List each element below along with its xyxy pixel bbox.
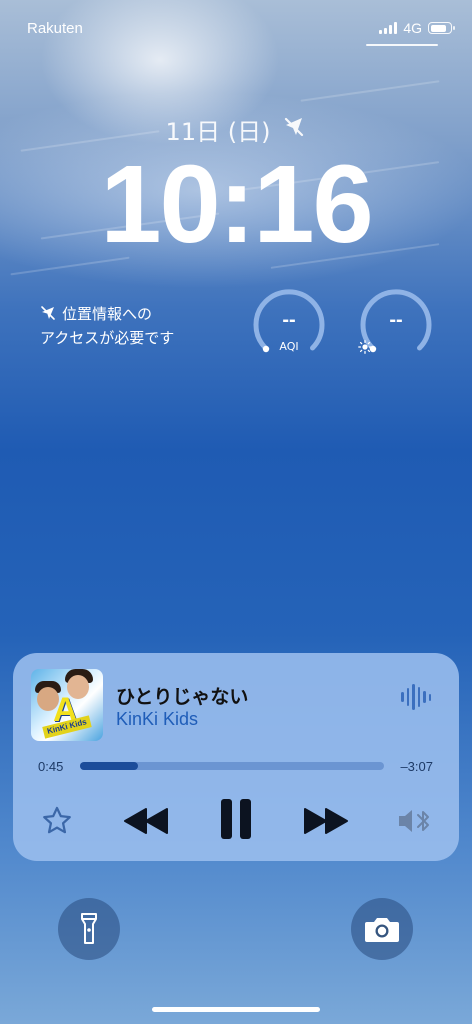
signal-icon (379, 22, 398, 34)
uv-value: -- (389, 309, 403, 331)
pause-icon[interactable] (213, 796, 259, 842)
waveform-icon[interactable] (401, 684, 431, 710)
now-playing-card[interactable]: A KinKi Kids ひとりじゃない KinKi Kids 0:45 –3:… (13, 653, 459, 861)
elapsed-time: 0:45 (38, 759, 64, 774)
battery-icon (428, 22, 455, 34)
status-underline (366, 44, 438, 46)
flashlight-icon[interactable] (58, 898, 120, 960)
fast-forward-icon[interactable] (301, 801, 351, 841)
aqi-label: AQI (279, 340, 299, 353)
aqi-gauge[interactable]: -- AQI (251, 287, 327, 363)
camera-icon[interactable] (351, 898, 413, 960)
network-type: 4G (403, 20, 422, 36)
carrier-name: Rakuten (27, 20, 83, 37)
status-indicators: 4G (379, 20, 455, 36)
song-artist: KinKi Kids (116, 709, 199, 729)
star-icon[interactable] (39, 803, 75, 839)
remaining-time: –3:07 (400, 759, 433, 774)
album-art[interactable]: A KinKi Kids (31, 669, 103, 741)
location-notice-line2: アクセスが必要です (40, 329, 175, 347)
uv-gauge[interactable]: -- (358, 287, 434, 363)
song-title: ひとりじゃない (116, 686, 249, 708)
progress-fill (80, 762, 138, 770)
lock-time: 10:16 (100, 143, 373, 266)
location-slash-icon (40, 305, 56, 327)
bluetooth-speaker-icon[interactable] (395, 803, 435, 839)
aqi-value: -- (282, 309, 296, 331)
location-access-widget[interactable]: 位置情報への アクセスが必要です (40, 303, 240, 349)
home-indicator[interactable] (152, 1007, 320, 1012)
rewind-icon[interactable] (121, 801, 171, 841)
progress-scrubber[interactable] (80, 762, 384, 770)
location-notice-line1: 位置情報への (62, 305, 153, 323)
